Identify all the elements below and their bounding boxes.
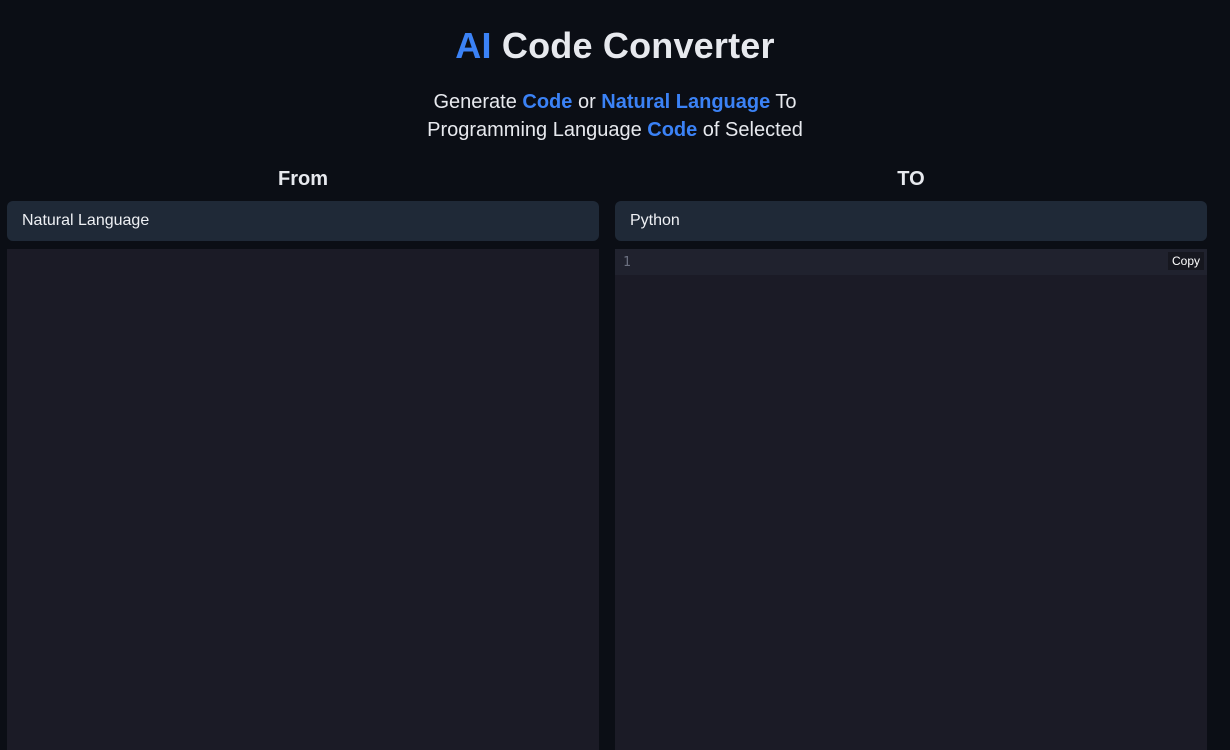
subtitle: Generate Code or Natural Language To Pro… — [0, 88, 1230, 144]
subtitle-highlight: Code — [522, 91, 573, 113]
to-heading: TO — [897, 168, 925, 190]
page-title: AI Code Converter — [0, 24, 1230, 68]
from-heading: From — [278, 168, 328, 190]
header: AI Code Converter Generate Code or Natur… — [0, 0, 1230, 144]
converter-panels: From Natural Language TO Python 1 Copy — [7, 164, 1207, 750]
subtitle-line-2: Programming Language Code of Selected — [0, 116, 1230, 144]
from-language-select[interactable]: Natural Language — [7, 201, 599, 241]
subtitle-highlight: Natural Language — [601, 91, 771, 113]
active-line: 1 — [615, 249, 1207, 275]
to-panel: TO Python 1 Copy — [615, 164, 1207, 750]
output-editor[interactable]: 1 Copy — [615, 249, 1207, 750]
to-language-select[interactable]: Python — [615, 201, 1207, 241]
title-text: Code Converter — [491, 25, 775, 66]
input-editor[interactable] — [7, 249, 599, 750]
title-accent: AI — [455, 25, 492, 66]
app-root: AI Code Converter Generate Code or Natur… — [0, 0, 1230, 750]
subtitle-line-1: Generate Code or Natural Language To — [0, 88, 1230, 116]
copy-button[interactable]: Copy — [1167, 252, 1204, 270]
from-panel: From Natural Language — [7, 164, 599, 750]
subtitle-text: To — [770, 91, 797, 113]
line-number: 1 — [623, 254, 631, 270]
subtitle-text: Programming Language — [427, 119, 648, 141]
subtitle-text: of Selected — [697, 119, 803, 141]
subtitle-highlight: Code — [647, 119, 698, 141]
subtitle-text: Generate — [433, 91, 523, 113]
subtitle-text: or — [572, 91, 602, 113]
